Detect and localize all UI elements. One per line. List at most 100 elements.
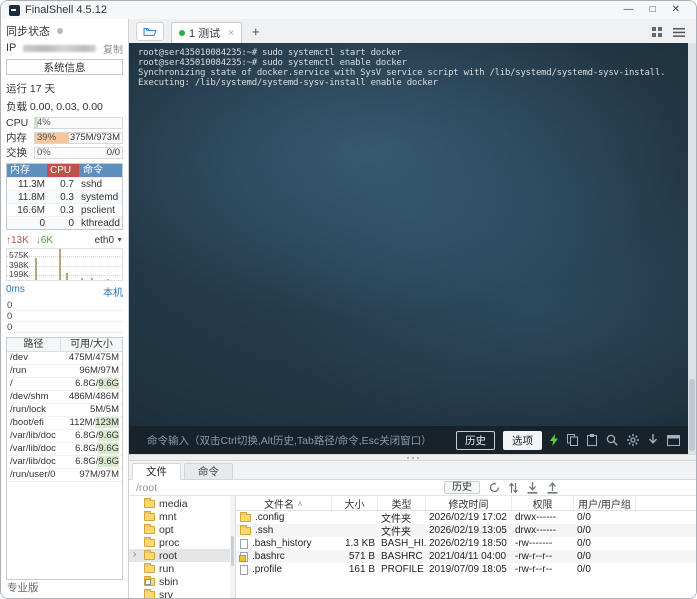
cpu-meter: CPU 4% (6, 116, 123, 129)
file-row[interactable]: .config 文件夹 2026/02/19 17:02 drwx------ … (236, 511, 696, 524)
process-memory: 11.8M (7, 191, 47, 203)
tab-commands[interactable]: 命令 (184, 463, 233, 480)
interface-selector[interactable]: eth0▼ (95, 235, 123, 246)
header-filename[interactable]: 文件名 ∧ (236, 496, 332, 510)
lightning-icon[interactable] (550, 434, 558, 446)
terminal-options-button[interactable]: 选项 (503, 431, 542, 450)
file-type-icon (240, 527, 251, 535)
menu-icon[interactable] (673, 28, 685, 37)
file-name-cell: .bash_history (236, 538, 332, 549)
tree-item[interactable]: opt (129, 523, 235, 536)
tree-item[interactable]: media (129, 497, 235, 510)
tree-item-label: mnt (159, 511, 177, 523)
terminal-history-button[interactable]: 历史 (456, 431, 495, 450)
disk-header-path[interactable]: 路径 (7, 338, 60, 351)
file-mtime-cell: 2026/02/19 17:02 (426, 512, 512, 523)
terminal-scrollbar-thumb[interactable] (689, 379, 695, 451)
process-row: 0 0 kthreadd (7, 216, 122, 229)
close-button[interactable]: ✕ (672, 5, 680, 15)
tree-item[interactable]: proc (129, 536, 235, 549)
file-row[interactable]: .bash_history 1.3 KB BASH_HI... 2026/02/… (236, 537, 696, 550)
process-table-header: 内存 CPU 命令 (7, 164, 122, 177)
upload-icon[interactable] (547, 482, 558, 494)
tree-item[interactable]: run (129, 562, 235, 575)
disk-row: /var/lib/docker/r... 6.8G/9.6G (7, 456, 122, 469)
file-owner-cell: 0/0 (574, 538, 636, 549)
disk-path: /var/lib/docker/r... (7, 430, 56, 442)
tree-item-label: sbin (159, 576, 178, 588)
ping-value: 0ms (6, 284, 25, 299)
tree-item[interactable]: root (129, 549, 235, 562)
search-icon[interactable] (606, 434, 618, 446)
tree-item[interactable]: sbin (129, 575, 235, 588)
disk-size: 6.8G/9.6G (56, 430, 122, 442)
file-history-button[interactable]: 历史 (444, 481, 480, 494)
terminal-output[interactable]: root@ser435010084235:~# sudo systemctl s… (129, 43, 696, 426)
transfer-icon[interactable] (509, 482, 518, 494)
network-chart: 575K 398K 199K (6, 248, 123, 281)
swap-meter-track: 0% 0/0 (34, 147, 123, 159)
disk-table: 路径 可用/大小 /dev 475M/475M /run 96M/97M / 6… (6, 337, 123, 580)
file-row[interactable]: .bashrc 571 B BASHRC ... 2021/04/11 04:0… (236, 550, 696, 563)
gear-icon[interactable] (627, 434, 639, 446)
disk-path: /boot/efi (7, 417, 56, 429)
terminal-line: root@ser435010084235:~# sudo systemctl s… (138, 48, 687, 58)
ip-label: IP (6, 42, 16, 54)
copy-ip-button[interactable]: 复制 (103, 41, 123, 56)
file-type-icon (240, 539, 248, 549)
process-header-command[interactable]: 命令 (79, 164, 122, 177)
window-mode-icon[interactable] (667, 435, 680, 446)
process-command: sshd (79, 178, 122, 190)
connection-manager-button[interactable] (136, 22, 164, 41)
tree-item[interactable]: mnt (129, 510, 235, 523)
process-row: 11.3M 0.7 sshd (7, 177, 122, 190)
header-permissions[interactable]: 权限 (512, 496, 574, 510)
folder-icon (144, 526, 155, 534)
file-mtime-cell: 2026/02/19 13:05 (426, 525, 512, 536)
disk-header-size[interactable]: 可用/大小 (60, 338, 122, 351)
file-row[interactable]: .profile 161 B PROFILE ... 2019/07/09 18… (236, 563, 696, 576)
memory-meter-track: 39% 375M/973M (34, 132, 123, 144)
file-size-cell: 161 B (332, 564, 378, 575)
header-owner[interactable]: 用户/用户组 (574, 496, 636, 510)
tree-item-label: run (159, 563, 174, 575)
new-tab-button[interactable]: + (252, 26, 260, 38)
disk-row: /run/lock 5M/5M (7, 404, 122, 417)
download-icon[interactable] (527, 482, 538, 494)
terminal-scrollbar[interactable] (688, 43, 696, 454)
scroll-down-icon[interactable] (648, 434, 658, 446)
header-size[interactable]: 大小 (332, 496, 378, 510)
disk-path: /var/lib/docker/r... (7, 443, 56, 455)
network-chart-bars (7, 249, 122, 280)
network-bar (59, 249, 61, 280)
refresh-icon[interactable] (489, 482, 500, 493)
disk-path: /run/lock (7, 404, 56, 416)
session-tabbar: 1 测试 × + (129, 19, 696, 43)
tab-files[interactable]: 文件 (132, 463, 181, 480)
copy-icon[interactable] (567, 434, 578, 446)
minimize-button[interactable]: — (624, 5, 634, 15)
process-header-cpu[interactable]: CPU (47, 164, 79, 177)
paste-icon[interactable] (587, 434, 597, 446)
tab-close-icon[interactable]: × (228, 28, 234, 39)
header-type[interactable]: 类型 (378, 496, 426, 510)
layout-grid-icon[interactable] (652, 27, 662, 37)
disk-path: /run/user/0 (7, 469, 56, 481)
header-mtime[interactable]: 修改时间 (426, 496, 512, 510)
tree-scrollbar-thumb[interactable] (231, 536, 234, 566)
system-info-button[interactable]: 系统信息 (6, 59, 123, 75)
maximize-button[interactable]: □ (650, 5, 656, 15)
horizontal-splitter[interactable] (129, 454, 696, 461)
file-owner-cell: 0/0 (574, 564, 636, 575)
app-logo-icon (9, 5, 20, 16)
command-input-hint[interactable]: 命令输入（双击Ctrl切换,Alt历史,Tab路径/命令,Esc关闭窗口） (147, 433, 432, 448)
tree-item[interactable]: srv (129, 588, 235, 598)
path-input[interactable]: /root (136, 482, 444, 494)
session-tab[interactable]: 1 测试 × (171, 22, 242, 43)
tree-scrollbar[interactable] (230, 496, 235, 598)
process-row: 16.6M 0.3 psclient (7, 203, 122, 216)
file-type-icon (240, 552, 248, 562)
process-header-memory[interactable]: 内存 (7, 164, 47, 177)
disk-size: 112M/123M (56, 417, 122, 429)
file-row[interactable]: .ssh 文件夹 2026/02/19 13:05 drwx------ 0/0 (236, 524, 696, 537)
